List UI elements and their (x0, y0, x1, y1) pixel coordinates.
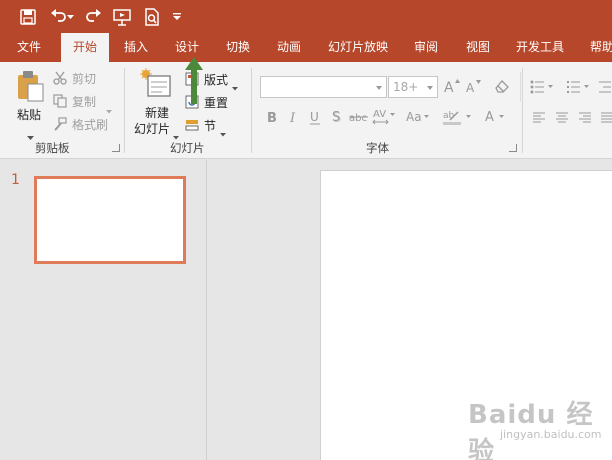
tab-file[interactable]: 文件 (5, 33, 53, 62)
svg-text:abc: abc (349, 113, 367, 124)
layout-dropdown-icon[interactable] (232, 76, 238, 95)
svg-text:Aa: Aa (406, 110, 422, 124)
copy-button[interactable]: 复制 (72, 93, 96, 110)
clipboard-launcher-icon[interactable] (112, 144, 120, 152)
font-name-combo[interactable] (260, 76, 387, 98)
powerpoint-window: 文件 开始 插入 设计 切换 动画 幻灯片放映 审阅 视图 开发工具 帮助 粘贴… (0, 0, 612, 460)
section-button[interactable]: 节 (204, 117, 216, 134)
decrease-indent-icon[interactable] (598, 79, 612, 98)
svg-text:I: I (289, 111, 296, 125)
bold-icon[interactable]: B (265, 109, 279, 129)
watermark-url: jingyan.baidu.com (500, 428, 602, 441)
print-preview-icon[interactable] (141, 6, 163, 28)
new-slide-button[interactable]: 幻灯片 (134, 120, 170, 137)
new-slide-icon[interactable] (140, 68, 172, 102)
new-slide-label-line1[interactable]: 新建 (145, 104, 169, 121)
svg-text:A: A (466, 81, 475, 95)
decrease-font-size-icon[interactable]: A (465, 77, 483, 99)
reset-button[interactable]: 重置 (204, 94, 228, 111)
text-shadow-icon[interactable]: SS (330, 109, 344, 129)
copy-icon[interactable] (53, 93, 67, 112)
svg-text:AV: AV (373, 109, 386, 120)
svg-text:U: U (310, 110, 319, 124)
chevron-down-icon (376, 86, 382, 90)
slide-thumbnail[interactable] (34, 176, 186, 264)
format-painter-button[interactable]: 格式刷 (72, 116, 108, 133)
section-dropdown-icon[interactable] (220, 122, 226, 141)
strikethrough-icon[interactable]: abc (349, 109, 369, 129)
italic-icon[interactable]: I (287, 109, 301, 129)
customize-dropdown-icon[interactable] (170, 6, 184, 28)
change-case-icon[interactable]: Aa (405, 109, 431, 129)
group-separator (251, 68, 252, 153)
svg-text:A: A (444, 80, 454, 95)
tab-insert[interactable]: 插入 (112, 33, 160, 62)
cut-button[interactable]: 剪切 (72, 70, 96, 87)
font-color-icon[interactable]: A (483, 108, 507, 130)
character-spacing-icon[interactable]: AV (372, 107, 396, 129)
tab-developer[interactable]: 开发工具 (508, 33, 572, 62)
slide-number: 1 (11, 172, 20, 188)
group-label-font: 字体 (366, 141, 389, 155)
group-separator (522, 68, 523, 153)
tab-home[interactable]: 开始 (61, 33, 109, 62)
align-right-icon[interactable] (578, 110, 592, 129)
chevron-down-icon (427, 86, 433, 90)
watermark-logo: Baidu 经验 (468, 400, 594, 460)
group-label-clipboard: 剪贴板 (35, 141, 70, 155)
quick-access-toolbar (0, 0, 612, 33)
increase-font-size-icon[interactable]: A (443, 77, 461, 99)
paste-dropdown-icon[interactable] (27, 126, 34, 145)
format-painter-icon[interactable] (53, 116, 67, 135)
tab-view[interactable]: 视图 (454, 33, 502, 62)
ribbon-home: 粘贴 剪切 复制 格式刷 剪贴板 新建 幻灯片 版式 重置 节 幻灯片 18+ … (0, 62, 612, 159)
svg-text:A: A (485, 110, 494, 125)
group-separator (124, 68, 125, 153)
numbering-icon[interactable] (566, 79, 592, 98)
clear-formatting-icon[interactable] (493, 78, 511, 98)
save-icon[interactable] (17, 6, 39, 28)
layout-button[interactable]: 版式 (204, 71, 228, 88)
group-label-slides: 幻灯片 (170, 141, 205, 155)
svg-text:B: B (267, 111, 277, 125)
undo-dropdown-icon[interactable] (66, 6, 74, 28)
paste-button[interactable]: 粘贴 (17, 106, 41, 123)
ribbon-tabs: 文件 开始 插入 设计 切换 动画 幻灯片放映 审阅 视图 开发工具 帮助 (0, 33, 612, 62)
justify-icon[interactable] (600, 110, 612, 129)
tab-slide-show[interactable]: 幻灯片放映 (318, 33, 398, 62)
tab-help[interactable]: 帮助 (580, 33, 612, 62)
section-icon[interactable] (185, 117, 199, 136)
align-center-icon[interactable] (555, 110, 569, 129)
svg-text:S: S (332, 110, 340, 125)
font-launcher-icon[interactable] (509, 144, 517, 152)
start-from-beginning-icon[interactable] (111, 6, 133, 28)
svg-text:ab: ab (443, 111, 455, 121)
bullets-icon[interactable] (530, 79, 556, 98)
annotation-arrow-icon (185, 57, 203, 104)
tab-transitions[interactable]: 切换 (214, 33, 262, 62)
redo-icon[interactable] (82, 6, 104, 28)
font-size-value: 18+ (393, 80, 419, 94)
tab-animations[interactable]: 动画 (265, 33, 313, 62)
underline-icon[interactable]: U (308, 109, 322, 129)
highlight-color-icon[interactable]: ab (442, 108, 474, 130)
tab-review[interactable]: 审阅 (402, 33, 450, 62)
group-separator (520, 72, 521, 102)
font-size-combo[interactable]: 18+ (388, 76, 438, 98)
align-left-icon[interactable] (532, 110, 546, 129)
cut-icon[interactable] (53, 70, 67, 89)
paste-icon[interactable] (16, 70, 44, 106)
